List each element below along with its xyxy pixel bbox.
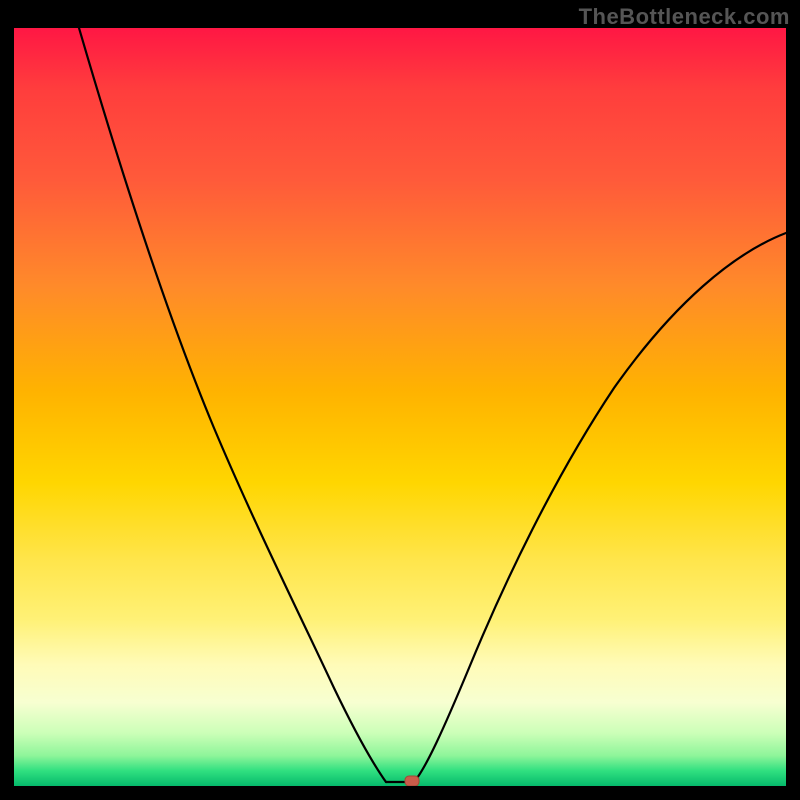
watermark-text: TheBottleneck.com <box>579 4 790 30</box>
chart-svg <box>14 28 786 786</box>
plot-area <box>14 28 786 786</box>
curve-left <box>79 28 386 782</box>
optimum-marker <box>405 776 419 786</box>
curve-right <box>414 233 786 782</box>
chart-frame: TheBottleneck.com <box>0 0 800 800</box>
